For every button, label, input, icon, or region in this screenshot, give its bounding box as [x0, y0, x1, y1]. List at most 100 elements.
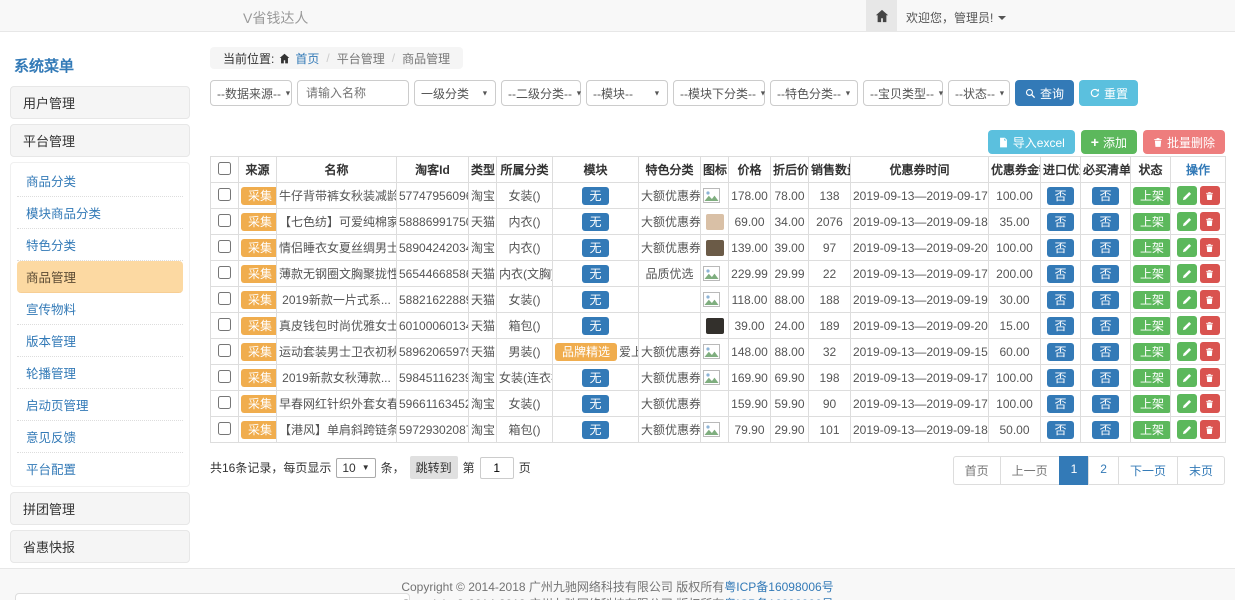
import-select-toggle[interactable]: 否 [1047, 343, 1073, 361]
delete-button[interactable] [1200, 342, 1220, 361]
data-source-select[interactable]: --数据来源--▼ [210, 80, 292, 106]
must-buy-toggle[interactable]: 否 [1092, 421, 1118, 439]
must-buy-toggle[interactable]: 否 [1092, 187, 1118, 205]
edit-button[interactable] [1177, 420, 1197, 439]
page-size-select[interactable]: 10 ▼ [336, 458, 375, 478]
must-buy-toggle[interactable]: 否 [1092, 317, 1118, 335]
must-buy-toggle[interactable]: 否 [1092, 265, 1118, 283]
sidebar-item-1-6[interactable]: 轮播管理 [17, 357, 183, 389]
page-number-input[interactable] [480, 457, 514, 479]
must-buy-toggle[interactable]: 否 [1092, 291, 1118, 309]
must-buy-toggle[interactable]: 否 [1092, 343, 1118, 361]
status-toggle[interactable]: 上架 [1133, 187, 1171, 205]
import-select-toggle[interactable]: 否 [1047, 213, 1073, 231]
import-excel-button[interactable]: 导入excel [988, 130, 1075, 154]
status-toggle[interactable]: 上架 [1133, 213, 1171, 231]
status-toggle[interactable]: 上架 [1133, 317, 1171, 335]
feature-category-select[interactable]: --特色分类--▼ [770, 80, 858, 106]
delete-button[interactable] [1200, 264, 1220, 283]
sidebar-item-1-3[interactable]: 商品管理 [17, 261, 183, 293]
import-select-toggle[interactable]: 否 [1047, 421, 1073, 439]
delete-button[interactable] [1200, 368, 1220, 387]
sidebar-group-2[interactable]: 拼团管理 [10, 492, 190, 525]
delete-button[interactable] [1200, 238, 1220, 257]
sidebar-group-1[interactable]: 平台管理 [10, 124, 190, 157]
edit-button[interactable] [1177, 290, 1197, 309]
edit-button[interactable] [1177, 212, 1197, 231]
page-button-2[interactable]: 2 [1088, 456, 1119, 485]
status-toggle[interactable]: 上架 [1133, 239, 1171, 257]
row-checkbox[interactable] [218, 188, 231, 201]
sidebar-group-3[interactable]: 省惠快报 [10, 530, 190, 563]
page-button-末页[interactable]: 末页 [1177, 456, 1225, 485]
module-select[interactable]: --模块--▼ [586, 80, 668, 106]
edit-button[interactable] [1177, 368, 1197, 387]
import-select-toggle[interactable]: 否 [1047, 265, 1073, 283]
must-buy-toggle[interactable]: 否 [1092, 395, 1118, 413]
row-checkbox[interactable] [218, 422, 231, 435]
row-checkbox[interactable] [218, 396, 231, 409]
batch-delete-button[interactable]: 批量删除 [1143, 130, 1225, 154]
edit-button[interactable] [1177, 342, 1197, 361]
breadcrumb-home-link[interactable]: 首页 [295, 50, 319, 67]
category-level1-select[interactable]: 一级分类▼ [414, 80, 496, 106]
delete-button[interactable] [1200, 290, 1220, 309]
add-button[interactable]: + 添加 [1081, 130, 1137, 154]
delete-button[interactable] [1200, 420, 1220, 439]
category-level2-select[interactable]: --二级分类--▼ [501, 80, 581, 106]
user-menu[interactable]: 欢迎您，管理员! [906, 9, 1006, 26]
edit-button[interactable] [1177, 394, 1197, 413]
edit-button[interactable] [1177, 186, 1197, 205]
row-checkbox[interactable] [218, 266, 231, 279]
edit-button[interactable] [1177, 264, 1197, 283]
edit-button[interactable] [1177, 316, 1197, 335]
row-checkbox[interactable] [218, 318, 231, 331]
sidebar-item-1-1[interactable]: 模块商品分类 [17, 197, 183, 229]
item-type-select[interactable]: --宝贝类型--▼ [863, 80, 943, 106]
status-toggle[interactable]: 上架 [1133, 343, 1171, 361]
row-checkbox[interactable] [218, 344, 231, 357]
home-button[interactable] [866, 0, 897, 31]
sidebar-item-1-9[interactable]: 平台配置 [17, 453, 183, 484]
sidebar-item-1-4[interactable]: 宣传物料 [17, 293, 183, 325]
query-button[interactable]: 查询 [1015, 80, 1074, 106]
page-button-1[interactable]: 1 [1059, 456, 1090, 485]
status-toggle[interactable]: 上架 [1133, 265, 1171, 283]
edit-button[interactable] [1177, 238, 1197, 257]
must-buy-toggle[interactable]: 否 [1092, 239, 1118, 257]
import-select-toggle[interactable]: 否 [1047, 317, 1073, 335]
must-buy-toggle[interactable]: 否 [1092, 369, 1118, 387]
row-checkbox[interactable] [218, 370, 231, 383]
must-buy-toggle[interactable]: 否 [1092, 213, 1118, 231]
delete-button[interactable] [1200, 186, 1220, 205]
status-toggle[interactable]: 上架 [1133, 369, 1171, 387]
status-select[interactable]: --状态--▼ [948, 80, 1010, 106]
import-select-toggle[interactable]: 否 [1047, 369, 1073, 387]
icp-link[interactable]: 粤ICP备16098006号 [724, 580, 833, 594]
sidebar-item-1-0[interactable]: 商品分类 [17, 165, 183, 197]
page-button-下一页[interactable]: 下一页 [1118, 456, 1178, 485]
import-select-toggle[interactable]: 否 [1047, 187, 1073, 205]
status-toggle[interactable]: 上架 [1133, 421, 1171, 439]
select-all-checkbox[interactable] [218, 162, 231, 175]
row-checkbox[interactable] [218, 214, 231, 227]
delete-button[interactable] [1200, 394, 1220, 413]
module-subcategory-select[interactable]: --模块下分类--▼ [673, 80, 765, 106]
row-checkbox[interactable] [218, 240, 231, 253]
sidebar-item-1-5[interactable]: 版本管理 [17, 325, 183, 357]
jump-button[interactable]: 跳转到 [410, 456, 458, 479]
reset-button[interactable]: 重置 [1079, 80, 1138, 106]
sidebar-item-1-2[interactable]: 特色分类 [17, 229, 183, 261]
sidebar-item-1-7[interactable]: 启动页管理 [17, 389, 183, 421]
import-select-toggle[interactable]: 否 [1047, 291, 1073, 309]
status-toggle[interactable]: 上架 [1133, 395, 1171, 413]
sidebar-item-1-8[interactable]: 意见反馈 [17, 421, 183, 453]
name-search-input[interactable] [297, 80, 409, 106]
import-select-toggle[interactable]: 否 [1047, 395, 1073, 413]
delete-button[interactable] [1200, 212, 1220, 231]
import-select-toggle[interactable]: 否 [1047, 239, 1073, 257]
sidebar-group-0[interactable]: 用户管理 [10, 86, 190, 119]
delete-button[interactable] [1200, 316, 1220, 335]
status-toggle[interactable]: 上架 [1133, 291, 1171, 309]
row-checkbox[interactable] [218, 292, 231, 305]
